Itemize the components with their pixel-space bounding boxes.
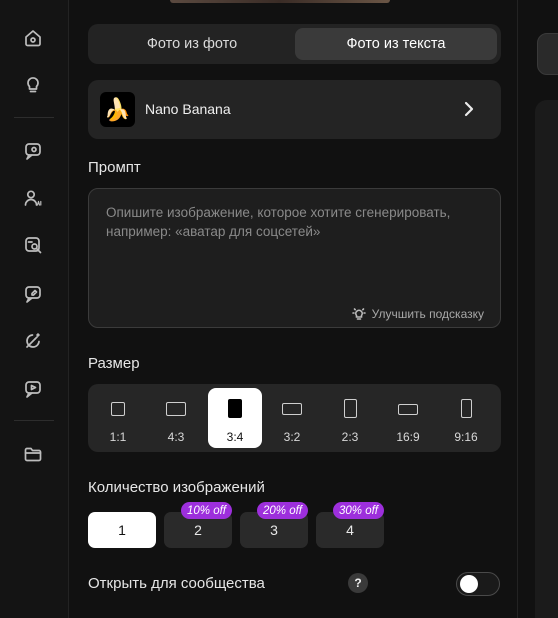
ratio-16-9-icon xyxy=(398,404,418,415)
sidebar xyxy=(0,0,69,618)
chevron-right-icon xyxy=(461,100,477,118)
sidebar-divider xyxy=(14,420,54,421)
size-option-label: 4:3 xyxy=(167,430,185,444)
discount-badge: 10% off xyxy=(181,502,232,519)
lightbulb-icon xyxy=(351,308,366,320)
video-icon[interactable] xyxy=(22,378,44,400)
size-option-1-1[interactable]: 1:1 xyxy=(91,388,145,448)
ratio-2-3-icon xyxy=(344,399,357,418)
preview-button[interactable] xyxy=(537,33,558,75)
prompt-label: Промпт xyxy=(88,159,141,176)
community-label: Открыть для сообщества xyxy=(88,575,265,592)
community-toggle[interactable] xyxy=(456,572,500,596)
ratio-9-16-icon xyxy=(461,399,472,418)
size-selector: 1:1 4:3 3:4 3:2 2:3 16:9 9:16 xyxy=(88,384,501,452)
tab-photo-from-text[interactable]: Фото из текста xyxy=(295,28,497,60)
mode-switch: Фото из фото Фото из текста xyxy=(88,24,501,64)
improve-prompt-label: Улучшить подсказку xyxy=(371,307,484,321)
image-edit-icon[interactable] xyxy=(22,283,44,305)
size-option-2-3[interactable]: 2:3 xyxy=(323,388,377,448)
ratio-1-1-icon xyxy=(111,402,125,416)
discount-badge: 20% off xyxy=(257,502,308,519)
model-thumbnail: 🍌 xyxy=(100,92,135,127)
preview-canvas xyxy=(535,100,558,618)
model-selector[interactable]: 🍌 Nano Banana xyxy=(88,80,501,139)
image-chat-icon[interactable] xyxy=(22,140,44,162)
size-option-label: 1:1 xyxy=(109,430,127,444)
preview-area xyxy=(517,0,558,618)
count-label: Количество изображений xyxy=(88,479,265,496)
ratio-3-2-icon xyxy=(282,403,302,415)
size-option-3-2[interactable]: 3:2 xyxy=(265,388,319,448)
generation-panel: Фото из фото Фото из текста 🍌 Nano Banan… xyxy=(69,0,516,618)
magic-icon[interactable] xyxy=(22,330,44,352)
user-ai-icon[interactable] xyxy=(22,187,44,209)
size-option-label: 3:4 xyxy=(226,430,244,444)
size-option-label: 16:9 xyxy=(396,430,420,444)
size-option-label: 9:16 xyxy=(454,430,478,444)
prompt-input[interactable] xyxy=(104,201,488,285)
improve-prompt-button[interactable]: Улучшить подсказку xyxy=(351,307,484,321)
prompt-box: Улучшить подсказку xyxy=(88,188,501,328)
size-option-label: 3:2 xyxy=(283,430,301,444)
size-label: Размер xyxy=(88,355,140,372)
toggle-knob xyxy=(460,575,478,593)
discount-badge: 30% off xyxy=(333,502,384,519)
model-name: Nano Banana xyxy=(145,101,231,117)
sidebar-divider xyxy=(14,117,54,118)
image-search-icon[interactable] xyxy=(22,234,44,256)
size-option-label: 2:3 xyxy=(341,430,359,444)
size-option-9-16[interactable]: 9:16 xyxy=(439,388,493,448)
home-icon[interactable] xyxy=(22,27,44,49)
ratio-4-3-icon xyxy=(166,402,186,416)
folder-icon[interactable] xyxy=(22,443,44,465)
ratio-3-4-icon xyxy=(228,399,242,418)
count-option-1[interactable]: 1 xyxy=(88,512,156,548)
tab-photo-from-photo[interactable]: Фото из фото xyxy=(92,28,292,60)
lightbulb-icon[interactable] xyxy=(22,73,44,95)
size-option-16-9[interactable]: 16:9 xyxy=(381,388,435,448)
size-option-3-4[interactable]: 3:4 xyxy=(208,388,262,448)
help-icon[interactable]: ? xyxy=(348,573,368,593)
size-option-4-3[interactable]: 4:3 xyxy=(149,388,203,448)
